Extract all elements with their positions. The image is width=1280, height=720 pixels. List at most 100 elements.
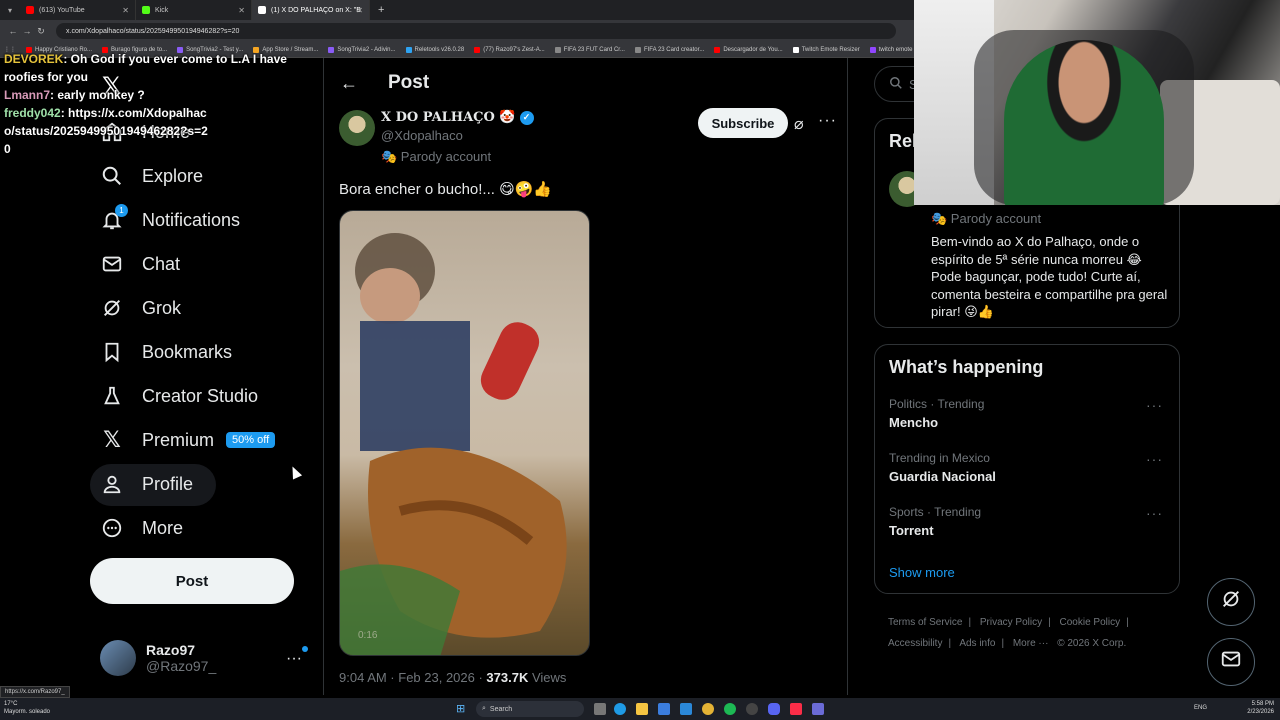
- author-name: X DO PALHAÇO 🤡: [381, 110, 516, 125]
- author-avatar[interactable]: [339, 110, 375, 146]
- post-meta: 9:04 AM · Feb 23, 2026 · 373.7K Views: [339, 670, 566, 685]
- sidebar-item-grok[interactable]: Grok: [100, 288, 181, 328]
- obs-icon[interactable]: [746, 703, 758, 715]
- taskbar-search-label: Search: [489, 705, 513, 713]
- author-name-row[interactable]: X DO PALHAÇO 🤡 ✓: [381, 110, 534, 125]
- footer-separator: |: [968, 617, 972, 628]
- chat-text: : early monkey ?: [50, 88, 145, 102]
- bookmark-item[interactable]: twitch emote re: [869, 46, 919, 53]
- sidebar-item-notifications[interactable]: 1 Notifications: [100, 200, 240, 240]
- sidebar-item-profile[interactable]: Profile: [100, 464, 193, 504]
- post-button[interactable]: Post: [90, 558, 294, 604]
- person-icon: [100, 472, 124, 496]
- mail-app-icon[interactable]: [680, 703, 692, 715]
- footer-link[interactable]: Accessibility: [888, 638, 942, 649]
- sidebar-item-creator-studio[interactable]: Creator Studio: [100, 376, 258, 416]
- show-more-link[interactable]: Show more: [889, 565, 955, 580]
- url-field[interactable]: x.com/Xdopalhaco/status/2025949950194946…: [56, 23, 896, 39]
- more-horizontal-icon[interactable]: ···: [818, 112, 837, 130]
- chat-message: DEVOREK: Oh God if you ever come to L.A …: [4, 50, 304, 86]
- task-view-icon[interactable]: [594, 703, 606, 715]
- trend-name: Guardia Nacional: [889, 469, 996, 484]
- chrome-icon[interactable]: [702, 703, 714, 715]
- tab-search-icon[interactable]: ▾: [0, 6, 20, 15]
- chat-message: Lmann7: early monkey ?: [4, 86, 304, 104]
- new-tab-button[interactable]: +: [370, 4, 392, 16]
- discord-icon[interactable]: [768, 703, 780, 715]
- more-horizontal-icon[interactable]: ···: [286, 650, 302, 668]
- edge-icon[interactable]: [614, 703, 626, 715]
- footer-link[interactable]: Cookie Policy: [1060, 617, 1121, 628]
- footer-link[interactable]: Terms of Service: [888, 617, 962, 628]
- sidebar-item-premium[interactable]: 𝕏 Premium 50% off: [100, 420, 276, 460]
- forward-icon[interactable]: →: [20, 26, 34, 36]
- store-icon[interactable]: [658, 703, 670, 715]
- grok-icon[interactable]: ⌀: [794, 114, 804, 134]
- app-icon[interactable]: [812, 703, 824, 715]
- chat-username: Lmann7: [4, 88, 51, 102]
- windows-start-icon[interactable]: ⊞: [456, 703, 468, 715]
- grok-fab-button[interactable]: [1207, 578, 1255, 626]
- sidebar-item-chat[interactable]: Chat: [100, 244, 180, 284]
- browser-tab-youtube[interactable]: (613) YouTube ✕: [20, 0, 136, 20]
- more-horizontal-icon[interactable]: ···: [1146, 397, 1163, 413]
- bookmark-item[interactable]: FIFA 23 Card creator...: [634, 46, 704, 53]
- footer-link[interactable]: Ads info: [959, 638, 995, 649]
- spotify-icon[interactable]: [724, 703, 736, 715]
- bookmark-item[interactable]: Reletools v26.0.28: [405, 46, 464, 53]
- sidebar-item-explore[interactable]: Explore: [100, 156, 203, 196]
- browser-tab-kick[interactable]: Kick ✕: [136, 0, 252, 20]
- windows-taskbar: 17°C Mayorm. soleado ⊞ ⌕ Search ENG 5:58…: [0, 698, 1280, 720]
- bookmark-item[interactable]: Descargador de You...: [714, 46, 783, 53]
- more-horizontal-icon[interactable]: ···: [1146, 451, 1163, 467]
- sidebar-item-label: Creator Studio: [142, 385, 259, 406]
- premium-discount-badge: 50% off: [226, 432, 276, 448]
- weather-widget[interactable]: 17°C Mayorm. soleado: [4, 700, 50, 716]
- clock-date: 2/23/2026: [1247, 709, 1274, 715]
- file-explorer-icon[interactable]: [636, 703, 648, 715]
- trend-context: Trending in Mexico: [889, 451, 990, 465]
- account-handle: @Razo97_: [146, 658, 217, 674]
- sidebar-item-label: Premium: [142, 429, 215, 450]
- taskbar-search[interactable]: ⌕ Search: [476, 701, 584, 717]
- footer-link[interactable]: Privacy Policy: [980, 617, 1042, 628]
- mail-icon: [1220, 648, 1242, 676]
- subscribe-button[interactable]: Subscribe: [698, 108, 788, 138]
- footer-link[interactable]: More ···: [1013, 638, 1049, 649]
- bookmark-label: Twitch Emote Resizer: [801, 46, 860, 53]
- language-indicator[interactable]: ENG: [1194, 705, 1207, 711]
- post-time[interactable]: 9:04 AM · Feb 23, 2026 ·: [339, 670, 486, 685]
- tab-label: (613) YouTube: [39, 6, 85, 14]
- post-video[interactable]: 0:16: [339, 210, 590, 656]
- bookmark-item[interactable]: SongTrivia2 - Adivin...: [328, 46, 396, 53]
- music-app-icon[interactable]: [790, 703, 802, 715]
- page-title: Post: [388, 72, 430, 93]
- sidebar-item-bookmarks[interactable]: Bookmarks: [100, 332, 232, 372]
- more-horizontal-icon[interactable]: ···: [1146, 505, 1163, 521]
- tab-label: (1) X DO PALHAÇO on X: "B: [271, 6, 361, 14]
- clock-time: 5:58 PM: [1251, 701, 1274, 707]
- back-arrow-icon[interactable]: ←: [340, 73, 360, 94]
- system-clock[interactable]: 5:58 PM 2/23/2026: [1247, 700, 1274, 716]
- mail-icon: [100, 252, 124, 276]
- bookmark-item[interactable]: (77) Razo97's Zest-A...: [474, 46, 545, 53]
- close-icon[interactable]: ✕: [356, 6, 363, 15]
- browser-tab-x[interactable]: (1) X DO PALHAÇO on X: "B ✕: [252, 0, 370, 20]
- post-column: ← Post X DO PALHAÇO 🤡 ✓ @Xdopalhaco 🎭 Pa…: [323, 58, 848, 695]
- reload-icon[interactable]: ↻: [34, 26, 48, 37]
- close-icon[interactable]: ✕: [238, 6, 245, 15]
- sidebar-item-more[interactable]: More: [100, 508, 183, 548]
- account-switcher[interactable]: Razo97 @Razo97_ ···: [100, 638, 310, 678]
- video-frame: [340, 233, 567, 655]
- webcam-overlay: [914, 0, 1280, 205]
- bookmark-item[interactable]: FIFA 23 FUT Card Cr...: [554, 46, 625, 53]
- trend-item[interactable]: Trending in Mexico Guardia Nacional ···: [889, 451, 1169, 484]
- author-handle[interactable]: @Xdopalhaco: [381, 128, 463, 143]
- close-icon[interactable]: ✕: [122, 6, 129, 15]
- bookmark-favicon-icon: [714, 46, 721, 53]
- back-icon[interactable]: ←: [6, 26, 20, 36]
- bookmark-item[interactable]: Twitch Emote Resizer: [792, 46, 860, 53]
- messages-fab-button[interactable]: [1207, 638, 1255, 686]
- trend-item[interactable]: Politics · Trending Mencho ···: [889, 397, 1169, 430]
- trend-item[interactable]: Sports · Trending Torrent ···: [889, 505, 1169, 538]
